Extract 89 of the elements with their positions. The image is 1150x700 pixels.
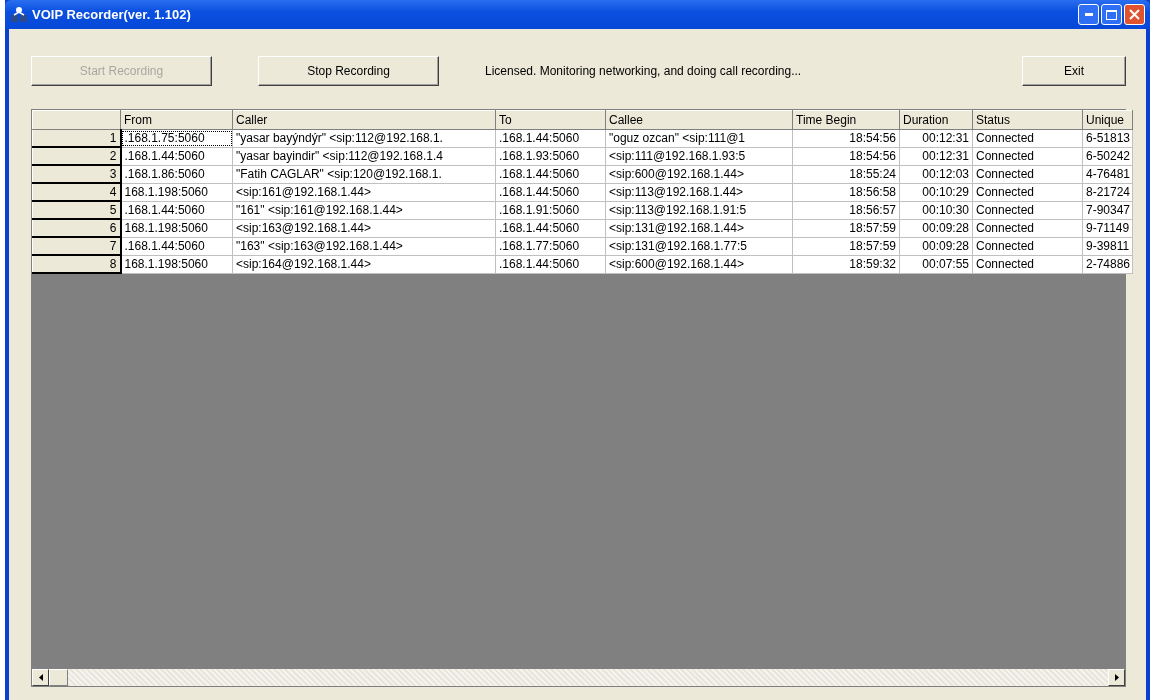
- table-cell: 18:57:59: [792, 237, 900, 255]
- table-cell: <sip:111@192.168.1.93:5: [605, 147, 793, 165]
- maximize-icon: [1106, 9, 1117, 20]
- table-cell: 7-90347: [1082, 201, 1133, 219]
- table-cell: 00:12:31: [899, 129, 973, 147]
- table-cell: <sip:161@192.168.1.44>: [232, 183, 496, 201]
- table-cell: .168.1.86:5060: [120, 165, 233, 183]
- table-cell: 168.1.198:5060: [120, 219, 233, 237]
- table-cell: <sip:113@192.168.1.91:5: [605, 201, 793, 219]
- table-cell: Connected: [972, 201, 1083, 219]
- column-header[interactable]: Callee: [605, 110, 793, 130]
- table-cell: 00:10:29: [899, 183, 973, 201]
- table-cell: "163" <sip:163@192.168.1.44>: [232, 237, 496, 255]
- table-cell: "Fatih CAGLAR" <sip:120@192.168.1.: [232, 165, 496, 183]
- table-cell: 6-51813: [1082, 129, 1133, 147]
- column-header[interactable]: Duration: [899, 110, 973, 130]
- column-header[interactable]: Status: [972, 110, 1083, 130]
- table-cell: <sip:600@192.168.1.44>: [605, 165, 793, 183]
- table-cell: 00:09:28: [899, 237, 973, 255]
- column-header[interactable]: To: [495, 110, 606, 130]
- table-cell: 18:57:59: [792, 219, 900, 237]
- table-cell: Connected: [972, 183, 1083, 201]
- column-header[interactable]: Time Begin: [792, 110, 900, 130]
- table-cell: <sip:131@192.168.1.77:5: [605, 237, 793, 255]
- exit-button[interactable]: Exit: [1022, 56, 1126, 86]
- column-header[interactable]: Unique: [1082, 110, 1133, 130]
- close-icon: [1129, 9, 1140, 20]
- table-cell: "oguz ozcan" <sip:111@1: [605, 129, 793, 147]
- minimize-icon: [1084, 13, 1093, 16]
- table-cell: .168.1.44:5060: [495, 183, 606, 201]
- table-cell: 4-76481: [1082, 165, 1133, 183]
- table-cell: 18:59:32: [792, 255, 900, 273]
- table-cell: <sip:163@192.168.1.44>: [232, 219, 496, 237]
- table-cell: Connected: [972, 165, 1083, 183]
- table-cell: 6-50242: [1082, 147, 1133, 165]
- table-cell: 2-74886: [1082, 255, 1133, 273]
- recording-button[interactable]: Stop Recording: [258, 56, 439, 86]
- table-cell: .168.1.44:5060: [495, 255, 606, 273]
- maximize-button[interactable]: [1101, 4, 1122, 25]
- table-cell: 9-71149: [1082, 219, 1133, 237]
- table-cell: .168.1.91:5060: [495, 201, 606, 219]
- table-cell: <sip:131@192.168.1.44>: [605, 219, 793, 237]
- table-cell: 00:10:30: [899, 201, 973, 219]
- table-cell: .168.1.44:5060: [495, 165, 606, 183]
- table-cell: 18:56:58: [792, 183, 900, 201]
- window-title: VOIP Recorder(ver. 1.102): [32, 7, 191, 22]
- table-cell: 18:55:24: [792, 165, 900, 183]
- table-cell: Connected: [972, 147, 1083, 165]
- app-icon: [10, 5, 28, 24]
- table-cell: 8-21724: [1082, 183, 1133, 201]
- table-cell: Connected: [972, 129, 1083, 147]
- table-cell: .168.1.44:5060: [120, 201, 233, 219]
- table-cell: .168.1.75:5060: [120, 129, 233, 147]
- table-cell: <sip:113@192.168.1.44>: [605, 183, 793, 201]
- horizontal-scrollbar[interactable]: [32, 669, 1125, 686]
- table-cell: 18:54:56: [792, 147, 900, 165]
- table-cell: 00:12:03: [899, 165, 973, 183]
- status-text: Licensed. Monitoring networking, and doing call recording...: [485, 64, 802, 78]
- table-cell: 168.1.198:5060: [120, 183, 233, 201]
- column-header[interactable]: Caller: [232, 110, 496, 130]
- table-cell: 00:12:31: [899, 147, 973, 165]
- table-cell: .168.1.44:5060: [120, 147, 233, 165]
- table-cell: .168.1.44:5060: [120, 237, 233, 255]
- table-cell: Connected: [972, 237, 1083, 255]
- table-cell: "yasar bayýndýr" <sip:112@192.168.1.: [232, 129, 496, 147]
- table-cell: 00:07:55: [899, 255, 973, 273]
- table-cell: .168.1.44:5060: [495, 219, 606, 237]
- table-cell: .168.1.44:5060: [495, 129, 606, 147]
- table-cell: 18:56:57: [792, 201, 900, 219]
- scroll-thumb[interactable]: [49, 669, 68, 686]
- right-arrow-icon: [1114, 674, 1119, 681]
- left-arrow-icon: [38, 674, 43, 681]
- table-cell: 00:09:28: [899, 219, 973, 237]
- scroll-right-button[interactable]: [1108, 669, 1125, 686]
- table-cell: 18:54:56: [792, 129, 900, 147]
- close-button[interactable]: [1124, 4, 1145, 25]
- table-cell: 9-39811: [1082, 237, 1133, 255]
- table-cell: Connected: [972, 219, 1083, 237]
- table-cell: <sip:600@192.168.1.44>: [605, 255, 793, 273]
- table-cell: .168.1.77:5060: [495, 237, 606, 255]
- scroll-left-button[interactable]: [32, 669, 49, 686]
- table-cell: "yasar bayindir" <sip:112@192.168.1.4: [232, 147, 496, 165]
- table-cell: .168.1.93:5060: [495, 147, 606, 165]
- table-cell: <sip:164@192.168.1.44>: [232, 255, 496, 273]
- table-cell: "161" <sip:161@192.168.1.44>: [232, 201, 496, 219]
- table-cell: Connected: [972, 255, 1083, 273]
- table-cell: 168.1.198:5060: [120, 255, 233, 273]
- minimize-button[interactable]: [1078, 4, 1099, 25]
- column-header[interactable]: From: [120, 110, 233, 130]
